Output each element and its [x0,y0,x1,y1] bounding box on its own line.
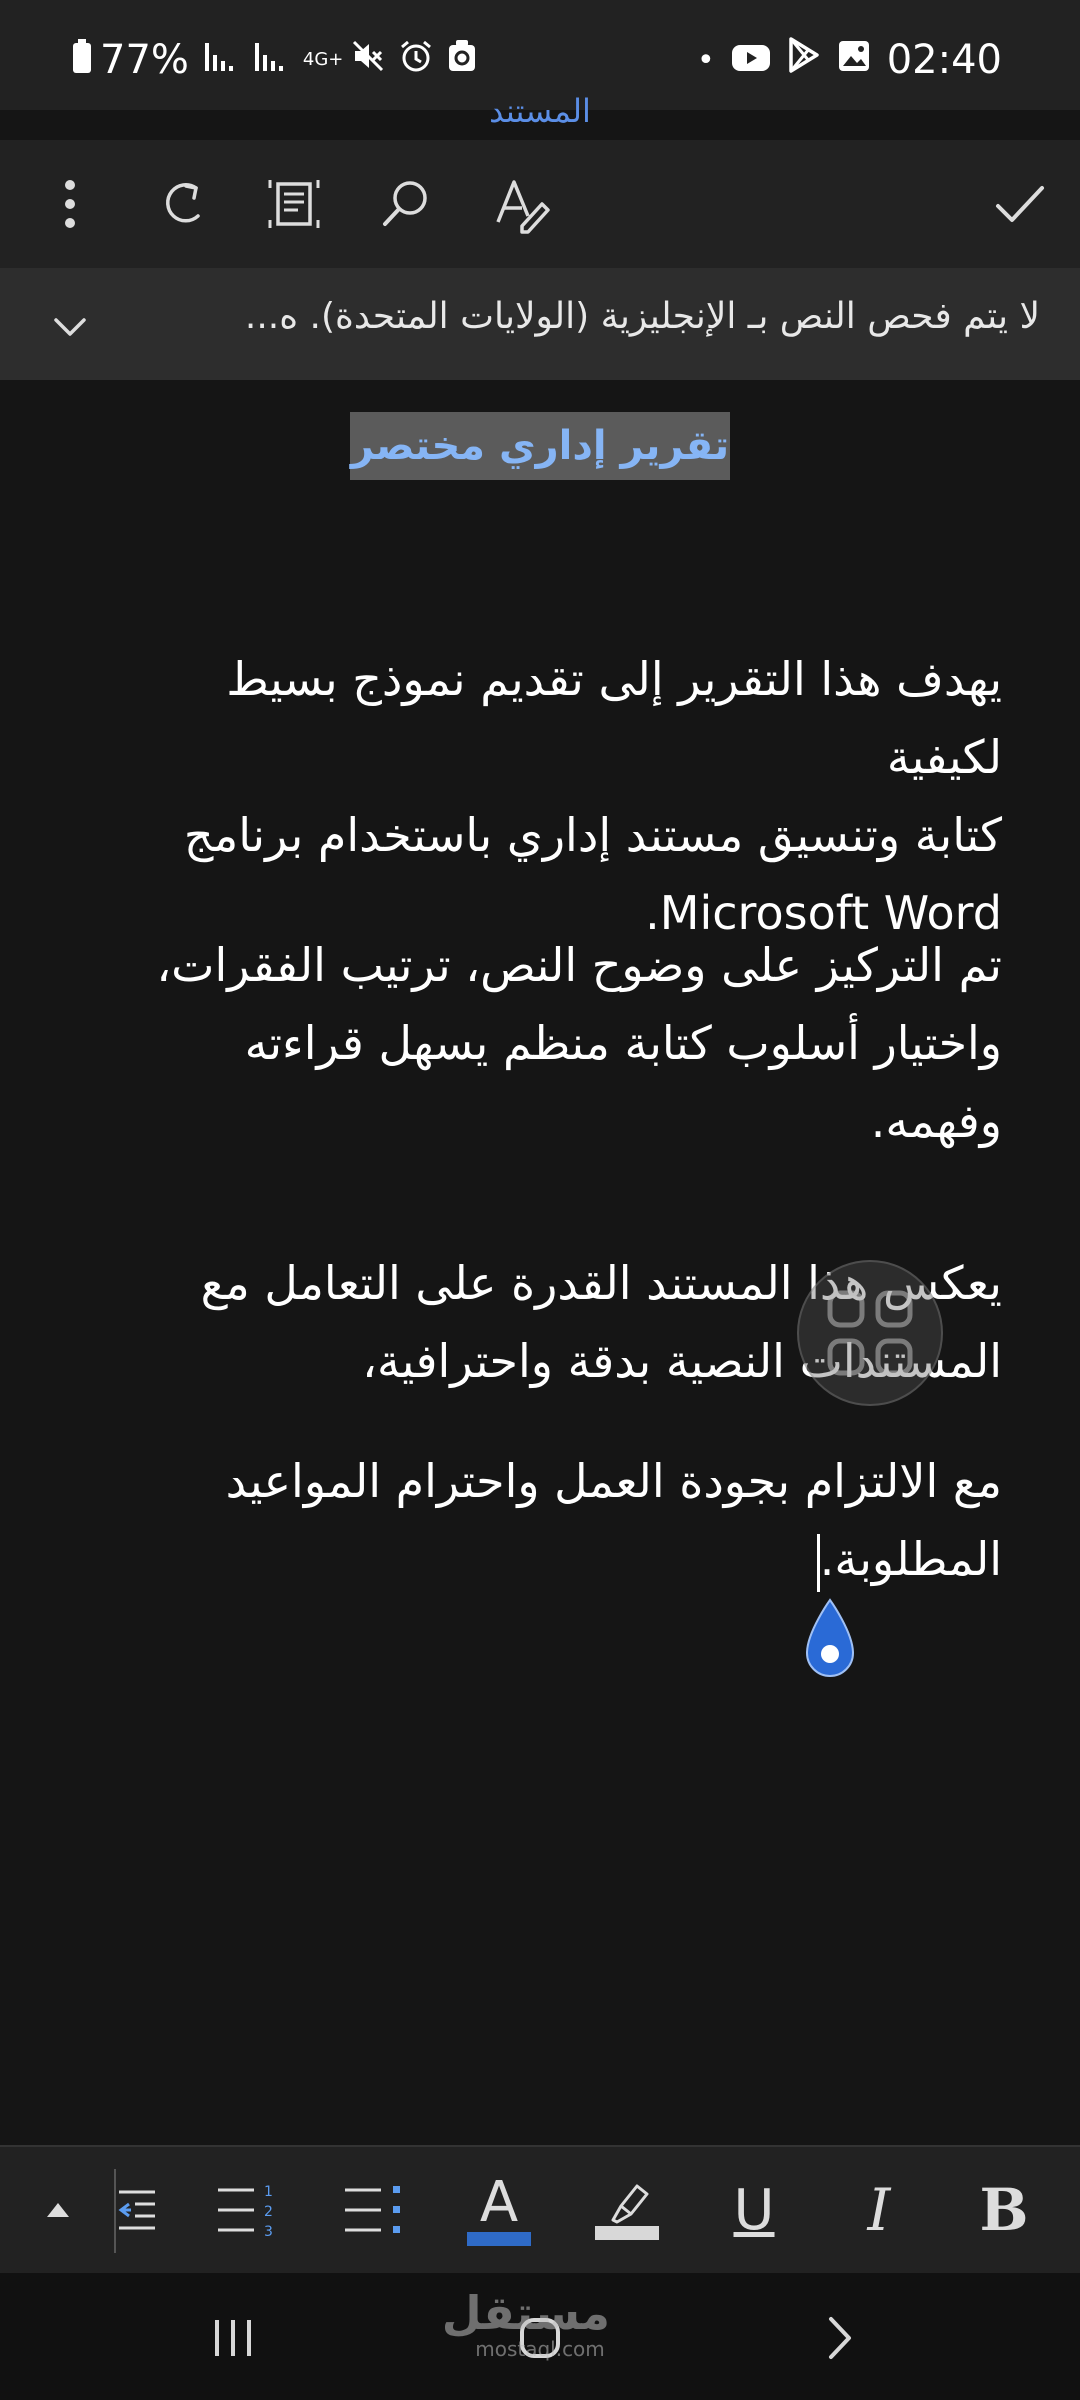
proofing-notice-text: لا يتم فحص النص بـ الإنجليزية (الولايات … [244,296,1040,337]
bullet-list-icon [345,2186,400,2233]
underline-letter: U [733,2177,775,2243]
svg-text:2: 2 [264,2204,273,2220]
back-button[interactable] [820,2303,860,2373]
alarm-icon [399,37,433,83]
font-color-button[interactable]: A [466,2165,532,2255]
triangle-up-icon [47,2203,69,2217]
decrease-indent-button[interactable] [114,2165,160,2255]
editor-pen-icon [496,180,550,234]
highlight-button[interactable] [594,2165,660,2255]
cursor-handle-icon[interactable] [803,1598,857,1682]
paragraph-line: كتابة وتنسيق مستند إداري باستخدام برنامج [183,808,1002,862]
recycle-icon [447,37,477,83]
watermark-sub: mostaql.com [475,2337,605,2361]
play-store-icon [787,37,821,83]
numbered-list-icon: 1 2 3 [218,2184,273,2238]
italic-letter: I [867,2176,891,2244]
paragraph-1[interactable]: يهدف هذا التقرير إلى تقديم نموذج بسيط لك… [102,640,1002,952]
watermark-logo: مستقل mostaql.com [441,2286,610,2361]
mute-icon [351,37,385,83]
read-mode-button[interactable] [252,162,336,246]
status-bar-left: 77% 4G+ [72,30,477,90]
italic-button[interactable]: I [856,2165,902,2255]
grid-icon [827,1290,913,1376]
paragraph-line: يهدف هذا التقرير إلى تقديم نموذج بسيط لك… [226,652,1002,784]
signal-icon [203,37,239,83]
expand-ribbon-button[interactable] [30,2165,86,2255]
chevron-down-icon[interactable] [40,296,100,356]
paragraph-line: مع الالتزام بجودة العمل واحترام المواعيد [225,1454,1002,1508]
underline-button[interactable]: U [728,2165,780,2255]
document-title[interactable]: تقرير إداري مختصر [350,412,730,480]
bold-letter: B [979,2176,1029,2244]
paragraph-line-last: المطلوبة. [102,1520,1002,1598]
check-icon [996,186,1044,222]
svg-text:1: 1 [264,2184,273,2200]
format-toolbar: 1 2 3 A U I B [0,2145,1080,2275]
paragraph-line: واختيار أسلوب كتابة منظم يسهل قراءته وفه… [244,1016,1002,1148]
proofing-notice-banner[interactable]: لا يتم فحص النص بـ الإنجليزية (الولايات … [0,268,1080,380]
chevron-right-icon [829,2317,851,2359]
battery-icon [72,37,92,83]
document-location-label[interactable]: المستند [0,92,1080,130]
numbered-list-button[interactable]: 1 2 3 [212,2165,282,2255]
network-4g-icon: 4G+ [302,49,344,70]
font-color-letter: A [479,2170,519,2235]
redo-icon [166,183,200,223]
clock-time: 02:40 [886,37,1002,83]
svg-text:3: 3 [264,2224,273,2238]
editor-button[interactable] [480,162,564,246]
youtube-icon [731,37,771,83]
redo-button[interactable] [140,162,224,246]
font-color-swatch [467,2232,531,2246]
decrease-indent-icon [118,2190,155,2230]
search-button[interactable] [364,162,448,246]
recent-apps-icon [215,2320,251,2356]
paragraph-line: المطلوبة. [819,1532,1002,1586]
done-button[interactable] [978,162,1062,246]
search-icon [383,181,427,226]
more-vertical-icon [65,180,75,228]
gallery-icon [837,37,871,83]
watermark-main: مستقل [441,2286,610,2340]
document-view-icon [268,180,320,228]
status-bar-right: • 02:40 [697,30,1002,90]
floating-apps-button[interactable] [797,1260,943,1406]
bold-button[interactable]: B [976,2165,1032,2255]
highlight-swatch [595,2226,659,2240]
highlighter-icon [611,2184,649,2224]
paragraph-4[interactable]: مع الالتزام بجودة العمل واحترام المواعيد… [102,1442,1002,1598]
app-toolbar [0,140,1080,270]
more-options-button[interactable] [28,162,112,246]
bullet-list-button[interactable] [340,2165,406,2255]
recent-apps-button[interactable] [208,2303,258,2373]
paragraph-line: تم التركيز على وضوح النص، ترتيب الفقرات، [156,938,1002,992]
signal-icon [253,37,289,83]
battery-percent: 77% [100,37,189,83]
paragraph-2[interactable]: تم التركيز على وضوح النص، ترتيب الفقرات،… [102,926,1002,1160]
notification-dot: • [697,42,715,78]
